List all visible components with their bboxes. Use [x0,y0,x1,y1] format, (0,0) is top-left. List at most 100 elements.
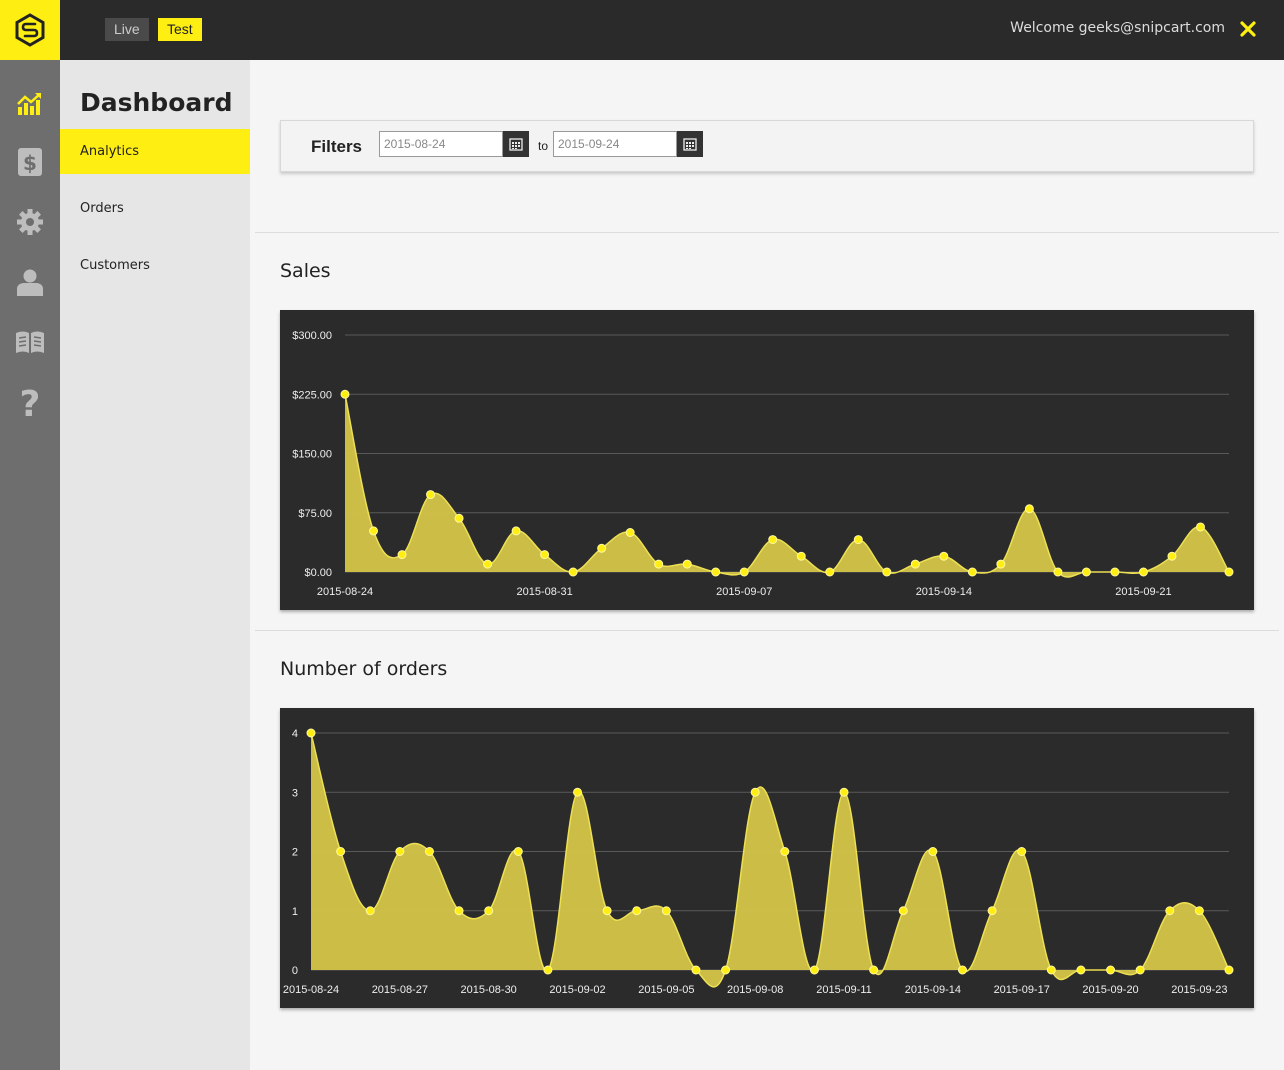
sales-point[interactable] [967,567,977,577]
orders-point[interactable] [839,787,849,797]
orders-x-tick-label: 2015-09-17 [994,984,1050,996]
sales-point[interactable] [597,543,607,553]
orders-x-tick-label: 2015-09-23 [1171,984,1227,996]
dollar-icon[interactable]: $ [14,146,46,178]
orders-point[interactable] [1224,965,1234,975]
sales-point[interactable] [454,513,464,523]
orders-point[interactable] [1194,906,1204,916]
sales-point[interactable] [369,526,379,536]
orders-point[interactable] [513,847,523,856]
orders-point[interactable] [306,728,316,738]
sales-point[interactable] [996,559,1006,569]
orders-point[interactable] [987,906,997,916]
help-icon[interactable]: ? [14,386,46,418]
orders-point[interactable] [661,906,671,916]
orders-point[interactable] [365,906,375,916]
sales-point[interactable] [1167,551,1177,561]
orders-point[interactable] [780,847,790,856]
sales-title: Sales [280,260,331,282]
date-from-input[interactable]: 2015-08-24 [379,131,503,157]
orders-point[interactable] [1046,965,1056,975]
date-to-input[interactable]: 2015-09-24 [553,131,677,157]
orders-point[interactable] [1135,965,1145,975]
sales-x-tick-label: 2015-08-31 [516,586,572,598]
sales-point[interactable] [768,535,778,545]
sales-point[interactable] [397,550,407,560]
sales-point[interactable] [340,389,350,399]
snipcart-logo[interactable] [0,0,60,60]
sales-point[interactable] [540,550,550,560]
sales-point[interactable] [1081,567,1091,577]
sales-point[interactable] [1224,567,1234,577]
sales-point[interactable] [1110,567,1120,577]
orders-x-tick-label: 2015-08-24 [283,984,339,996]
sales-point[interactable] [853,535,863,545]
sales-point[interactable] [1138,567,1148,577]
orders-point[interactable] [721,965,731,975]
svg-text:?: ? [20,386,41,418]
submenu-item-customers[interactable]: Customers [60,243,250,288]
icon-sidebar: $ ? [0,60,60,1070]
close-icon[interactable] [1239,19,1257,39]
gear-icon[interactable] [14,206,46,238]
orders-point[interactable] [424,847,434,856]
orders-point[interactable] [1165,906,1175,916]
orders-point[interactable] [484,906,494,916]
sales-point[interactable] [1024,504,1034,514]
test-mode-button[interactable]: Test [158,18,202,41]
snipcart-logo-icon [15,13,45,47]
orders-point[interactable] [336,847,346,856]
orders-point[interactable] [602,906,612,916]
orders-x-tick-label: 2015-09-02 [549,984,605,996]
calendar-icon[interactable] [677,131,703,157]
submenu-item-analytics[interactable]: Analytics [60,129,250,174]
sales-point[interactable] [1195,522,1205,532]
orders-point[interactable] [395,847,405,856]
sales-point[interactable] [739,567,749,577]
sales-point[interactable] [910,559,920,569]
orders-x-tick-label: 2015-08-30 [461,984,517,996]
page-title: Dashboard [80,88,233,117]
sales-point[interactable] [711,567,721,577]
orders-point[interactable] [869,965,879,975]
orders-point[interactable] [1106,965,1116,975]
orders-point[interactable] [809,965,819,975]
orders-point[interactable] [573,787,583,797]
calendar-icon[interactable] [503,131,529,157]
orders-point[interactable] [750,787,760,797]
orders-x-tick-label: 2015-09-08 [727,984,783,996]
book-icon[interactable] [14,326,46,358]
orders-area [311,733,1229,987]
sales-point[interactable] [511,526,521,536]
orders-point[interactable] [691,965,701,975]
main-content: Filters 2015-08-24 to 2015-09-24 Sales $… [250,60,1284,1070]
sales-point[interactable] [568,567,578,577]
sales-x-tick-label: 2015-09-07 [716,586,772,598]
orders-point[interactable] [1076,965,1086,975]
sales-point[interactable] [939,551,949,561]
orders-point[interactable] [957,965,967,975]
orders-x-tick-label: 2015-09-20 [1082,984,1138,996]
sales-point[interactable] [654,559,664,569]
sales-point[interactable] [825,567,835,577]
orders-point[interactable] [898,906,908,916]
sales-y-tick-label: $300.00 [292,330,332,342]
sales-point[interactable] [483,559,493,569]
user-icon[interactable] [14,266,46,298]
orders-point[interactable] [928,847,938,856]
live-mode-button[interactable]: Live [105,18,149,41]
sales-point[interactable] [682,559,692,569]
sales-point[interactable] [426,490,436,500]
sales-point[interactable] [882,567,892,577]
sales-point[interactable] [796,551,806,561]
sales-point[interactable] [1053,567,1063,577]
orders-point[interactable] [454,906,464,916]
submenu-item-orders[interactable]: Orders [60,186,250,231]
orders-point[interactable] [543,965,553,975]
divider [255,232,1279,233]
orders-point[interactable] [632,906,642,916]
orders-point[interactable] [1017,847,1027,856]
analytics-icon[interactable] [14,88,46,120]
filters-panel: Filters 2015-08-24 to 2015-09-24 [280,120,1254,172]
sales-point[interactable] [625,528,635,537]
